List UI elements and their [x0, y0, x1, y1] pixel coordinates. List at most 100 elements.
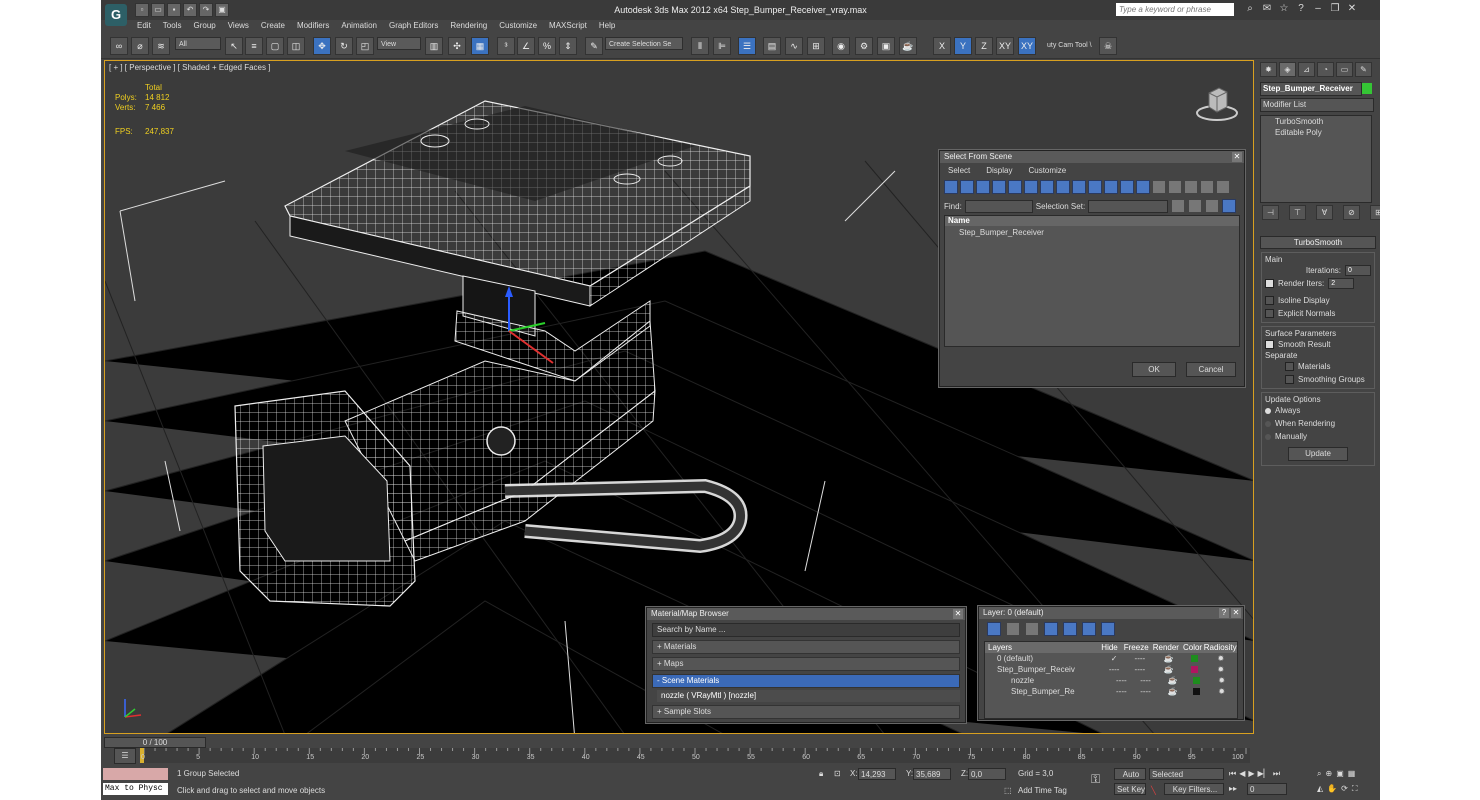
menu-graph-editors[interactable]: Graph Editors [383, 20, 444, 32]
separate-materials-checkbox[interactable] [1285, 362, 1294, 371]
geometry-filter-icon[interactable] [944, 180, 958, 194]
help-icon[interactable]: ? [1219, 608, 1229, 618]
axis-constraint-x[interactable]: X [933, 37, 951, 55]
column-color[interactable]: Color [1182, 642, 1204, 653]
axis-constraint-z[interactable]: Z [975, 37, 993, 55]
play-icon[interactable]: ▶ [1248, 768, 1254, 780]
pin-stack-icon[interactable]: ⊣ [1262, 205, 1279, 220]
hierarchy-tab-icon[interactable]: ⊿ [1298, 62, 1315, 77]
key-filters-button[interactable]: Key Filters... [1164, 783, 1224, 795]
utilities-tab-icon[interactable]: ✎ [1355, 62, 1372, 77]
keyword-search-input[interactable]: Type a keyword or phrase [1116, 3, 1234, 16]
percent-snap-icon[interactable]: % [538, 37, 556, 55]
select-all-icon[interactable] [1171, 199, 1186, 213]
render-production-icon[interactable]: ☕ [899, 37, 917, 55]
selection-filter-dropdown[interactable]: All [175, 37, 221, 50]
manipulate-icon[interactable]: ✣ [448, 37, 466, 55]
material-search-input[interactable]: Search by Name ... [652, 623, 960, 637]
selection-set-dropdown[interactable] [1088, 199, 1169, 213]
snaps-toggle-icon[interactable]: ³ [497, 37, 515, 55]
modify-tab-icon[interactable]: ◈ [1279, 62, 1296, 77]
auto-key-button[interactable]: Auto Key [1114, 768, 1146, 791]
lock-selection-icon[interactable]: 🔒︎ [819, 768, 823, 780]
display-tab-icon[interactable]: ▭ [1336, 62, 1353, 77]
smooth-result-checkbox[interactable] [1265, 340, 1274, 349]
shapes-filter-icon[interactable] [960, 180, 974, 194]
axis-constraint-y[interactable]: Y [954, 37, 972, 55]
key-icon[interactable]: ⚿ [1091, 773, 1100, 785]
field-of-view-icon[interactable]: ◭ [1317, 783, 1323, 795]
radiosity-icon[interactable]: ✹ [1205, 653, 1237, 664]
stack-item-turbosmooth[interactable]: TurboSmooth [1261, 116, 1371, 127]
render-setup-icon[interactable]: ⚙ [855, 37, 873, 55]
graphite-toggle-icon[interactable]: ▤ [763, 37, 781, 55]
lights-filter-icon[interactable] [976, 180, 990, 194]
containers-filter-icon[interactable] [1088, 180, 1102, 194]
funnel-icon[interactable] [1200, 180, 1214, 194]
teapot-icon[interactable]: ☕ [1153, 664, 1183, 675]
rollout-scene-materials[interactable]: - Scene Materials [652, 674, 960, 688]
object-color-swatch[interactable] [1362, 83, 1372, 94]
bones-filter-icon[interactable] [1072, 180, 1086, 194]
sfs-object-list[interactable]: Name Step_Bumper_Receiver [944, 215, 1240, 347]
display-all-icon[interactable] [1168, 180, 1182, 194]
column-freeze[interactable]: Freeze [1122, 642, 1150, 653]
helpers-filter-icon[interactable] [1008, 180, 1022, 194]
key-mode-icon[interactable]: ▸▸ [1229, 783, 1237, 795]
table-row[interactable]: 0 (default) ✓ ---- ☕ ✹ [985, 653, 1237, 664]
keyboard-shortcut-override-icon[interactable]: ▦ [471, 37, 489, 55]
select-by-name-icon[interactable]: ≡ [245, 37, 263, 55]
favorites-icon[interactable]: ☆ [1277, 3, 1291, 15]
time-slider[interactable]: 0 / 100 [104, 737, 206, 748]
menu-create[interactable]: Create [255, 20, 291, 32]
column-layers[interactable]: Layers [985, 642, 1097, 653]
layer-freeze-toggle[interactable]: ---- [1127, 664, 1154, 675]
layer-freeze-toggle[interactable]: ---- [1133, 686, 1158, 697]
radiosity-icon[interactable]: ✹ [1207, 675, 1237, 686]
separate-smoothing-groups-checkbox[interactable] [1285, 375, 1294, 384]
xrefs-filter-icon[interactable] [1056, 180, 1070, 194]
sync-selection-icon[interactable] [1222, 199, 1237, 213]
rendered-frame-window-icon[interactable]: ▣ [877, 37, 895, 55]
hold-icon[interactable]: ▣ [215, 3, 229, 17]
z-coord-field[interactable]: 0,0 [968, 768, 1006, 780]
material-editor-icon[interactable]: ◉ [832, 37, 850, 55]
cancel-button[interactable]: Cancel [1186, 362, 1236, 377]
x-coord-field[interactable]: 14,293 [858, 768, 896, 780]
spacewarps-filter-icon[interactable] [1024, 180, 1038, 194]
motion-tab-icon[interactable]: ◔ [1317, 62, 1334, 77]
minimize-icon[interactable]: – [1311, 3, 1325, 15]
select-object-icon[interactable]: ↖ [225, 37, 243, 55]
redo-icon[interactable]: ↷ [199, 3, 213, 17]
render-iters-spinner[interactable]: 2 [1328, 278, 1355, 289]
update-manually-radio[interactable] [1265, 433, 1271, 440]
select-move-icon[interactable]: ✥ [313, 37, 331, 55]
groups-filter-icon[interactable] [1040, 180, 1054, 194]
invert-display-icon[interactable] [1184, 180, 1198, 194]
next-frame-icon[interactable]: ▶▏ [1258, 768, 1270, 780]
list-item[interactable]: nozzle ( VRayMtl ) [nozzle] [657, 690, 960, 702]
select-from-scene-titlebar[interactable]: Select From Scene ✕ [940, 151, 1244, 163]
teapot-icon[interactable]: ☕ [1153, 653, 1183, 664]
schematic-view-icon[interactable]: ⊞ [807, 37, 825, 55]
column-render[interactable]: Render [1150, 642, 1182, 653]
table-row[interactable]: Step_Bumper_Re ---- ---- ☕ ✹ [985, 686, 1237, 697]
go-to-end-icon[interactable]: ⏭ [1273, 768, 1280, 780]
find-input[interactable] [964, 199, 1033, 213]
teapot-icon[interactable]: ☕ [1158, 686, 1187, 697]
stack-item-editable-poly[interactable]: Editable Poly [1261, 127, 1371, 138]
rollout-sample-slots[interactable]: + Sample Slots [652, 705, 960, 719]
zoom-extents-all-icon[interactable]: ▦ [1348, 768, 1356, 780]
maxscript-listener-input[interactable] [103, 768, 168, 780]
table-row[interactable]: nozzle ---- ---- ☕ ✹ [985, 675, 1237, 686]
delete-layer-icon[interactable] [1006, 622, 1020, 636]
select-rotate-icon[interactable]: ↻ [335, 37, 353, 55]
menu-animation[interactable]: Animation [335, 20, 383, 32]
axis-constraint-xy[interactable]: XY [996, 37, 1014, 55]
rollout-materials[interactable]: + Materials [652, 640, 960, 654]
unlink-icon[interactable]: ⌀ [131, 37, 149, 55]
modifier-list-dropdown[interactable]: Modifier List [1260, 98, 1374, 112]
rollout-maps[interactable]: + Maps [652, 657, 960, 671]
update-when-rendering-radio[interactable] [1265, 420, 1271, 427]
layer-color-swatch[interactable] [1193, 677, 1201, 685]
